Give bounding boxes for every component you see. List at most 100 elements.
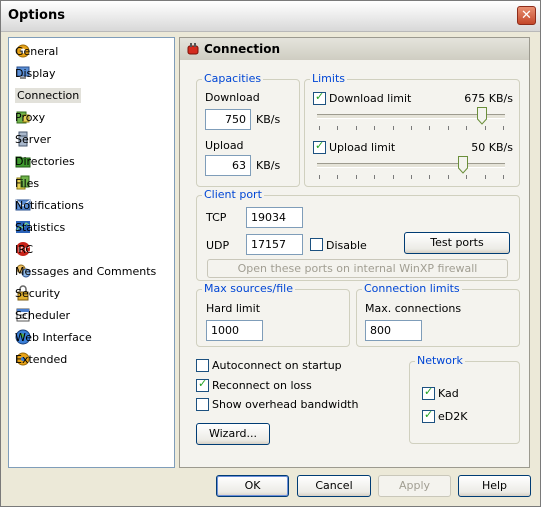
sidebar-item-label: Files	[15, 176, 40, 190]
connection-plug-icon	[186, 42, 200, 56]
kad-checkbox[interactable]	[422, 385, 435, 400]
slider-tick	[447, 126, 449, 130]
slider-tick	[447, 175, 449, 179]
max-sources-group: Max sources/file Hard limit 1000	[196, 282, 350, 347]
upload-limit-label: Upload limit	[329, 141, 396, 154]
network-group: Network Kad eD2K	[409, 354, 520, 444]
upload-label: Upload	[205, 139, 244, 152]
sidebar-item-notifications[interactable]: Notifications	[15, 195, 165, 215]
tcp-port-input[interactable]: 19034	[246, 207, 303, 228]
sidebar-item-label: General	[15, 44, 59, 58]
disable-udp-checkbox[interactable]	[310, 238, 323, 251]
slider-tick	[429, 126, 431, 130]
slider-tick	[466, 126, 468, 130]
sidebar-item-statistics[interactable]: Statistics	[15, 217, 165, 237]
test-ports-button[interactable]: Test ports	[404, 232, 510, 254]
max-connections-label: Max. connections	[365, 302, 462, 315]
limits-group: Limits Download limit 675 KB/s Upload li…	[304, 72, 520, 187]
help-button[interactable]: Help	[458, 475, 531, 497]
sidebar: General Display Connection Proxy Server …	[8, 37, 175, 468]
ed2k-label: eD2K	[438, 410, 468, 423]
slider-tick	[503, 175, 504, 179]
sidebar-item-irc[interactable]: IRC IRC	[15, 239, 165, 259]
slider-tick	[429, 175, 431, 179]
download-label: Download	[205, 91, 260, 104]
show-overhead-checkbox[interactable]	[196, 398, 209, 411]
slider-tick	[319, 175, 320, 179]
slider-tick	[484, 126, 486, 130]
sidebar-item-server[interactable]: Server	[15, 129, 165, 149]
client-port-legend: Client port	[202, 188, 264, 201]
download-limit-label: Download limit	[329, 92, 412, 105]
ok-button[interactable]: OK	[216, 475, 289, 497]
window-title: Options	[8, 8, 65, 23]
autoconnect-checkbox[interactable]	[196, 359, 209, 372]
reconnect-label: Reconnect on loss	[212, 379, 312, 392]
slider-tick	[319, 126, 320, 130]
upload-capacity-input[interactable]: 63	[205, 155, 251, 176]
ed2k-checkbox[interactable]	[422, 408, 435, 423]
show-overhead-label: Show overhead bandwidth	[212, 398, 359, 411]
upload-limit-slider[interactable]	[313, 156, 509, 183]
connection-limits-group: Connection limits Max. connections 800	[356, 282, 520, 347]
sidebar-item-messages[interactable]: Messages and Comments	[15, 261, 165, 281]
sidebar-item-extended[interactable]: Extended	[15, 349, 165, 369]
sidebar-item-label: Proxy	[15, 110, 46, 124]
client-port-group: Client port TCP 19034 UDP 17157 Disable …	[196, 188, 520, 281]
cancel-button[interactable]: Cancel	[297, 475, 371, 497]
slider-tick	[374, 126, 376, 130]
sidebar-item-label: Notifications	[15, 198, 84, 212]
sidebar-item-label: IRC	[15, 242, 34, 256]
sidebar-item-label: Display	[15, 66, 56, 80]
slider-tick	[392, 175, 394, 179]
capacities-group: Capacities Download 750 KB/s Upload 63 K…	[196, 72, 300, 187]
slider-tick	[374, 175, 376, 179]
open-firewall-ports-button[interactable]: Open these ports on internal WinXP firew…	[207, 259, 508, 278]
hard-limit-input[interactable]: 1000	[206, 320, 263, 341]
download-limit-slider[interactable]	[313, 107, 509, 134]
sidebar-item-scheduler[interactable]: Scheduler	[15, 305, 165, 325]
slider-thumb[interactable]	[457, 156, 468, 174]
panel-header: Connection	[180, 38, 529, 60]
download-limit-checkbox[interactable]	[313, 90, 326, 105]
sidebar-item-general[interactable]: General	[15, 41, 165, 61]
slider-tick	[484, 175, 486, 179]
udp-port-input[interactable]: 17157	[246, 234, 303, 255]
slider-tick	[411, 175, 412, 179]
title-bar[interactable]: Options ✕	[1, 1, 540, 32]
close-button[interactable]: ✕	[517, 6, 536, 25]
slider-thumb[interactable]	[477, 107, 488, 125]
sidebar-item-label: Scheduler	[15, 308, 71, 322]
capacities-legend: Capacities	[202, 72, 264, 85]
tcp-label: TCP	[206, 211, 227, 224]
slider-track	[317, 163, 505, 168]
hard-limit-label: Hard limit	[206, 302, 261, 315]
kad-label: Kad	[438, 387, 459, 400]
sidebar-item-security[interactable]: Security	[15, 283, 165, 303]
sidebar-item-label: Messages and Comments	[15, 264, 157, 278]
sidebar-item-web-interface[interactable]: Web Interface	[15, 327, 165, 347]
max-connections-input[interactable]: 800	[365, 320, 422, 341]
udp-label: UDP	[206, 239, 230, 252]
slider-tick	[392, 126, 394, 130]
wizard-button[interactable]: Wizard...	[196, 423, 270, 445]
sidebar-item-display[interactable]: Display	[15, 63, 165, 83]
close-icon: ✕	[521, 8, 532, 23]
download-capacity-input[interactable]: 750	[205, 109, 251, 130]
panel-title: Connection	[204, 42, 281, 56]
apply-button[interactable]: Apply	[378, 475, 451, 497]
autoconnect-label: Autoconnect on startup	[212, 359, 342, 372]
sidebar-item-proxy[interactable]: Proxy	[15, 107, 165, 127]
upload-limit-checkbox[interactable]	[313, 139, 326, 154]
sidebar-item-label: Server	[15, 132, 52, 146]
max-sources-legend: Max sources/file	[202, 282, 295, 295]
sidebar-item-connection[interactable]: Connection	[15, 85, 165, 105]
download-unit-label: KB/s	[256, 113, 281, 126]
download-limit-value: 675 KB/s	[464, 92, 513, 105]
sidebar-item-files[interactable]: Files	[15, 173, 165, 193]
connection-limits-legend: Connection limits	[362, 282, 462, 295]
sidebar-item-directories[interactable]: Directories	[15, 151, 165, 171]
slider-tick	[355, 175, 357, 179]
limits-legend: Limits	[310, 72, 347, 85]
reconnect-checkbox[interactable]	[196, 377, 209, 392]
